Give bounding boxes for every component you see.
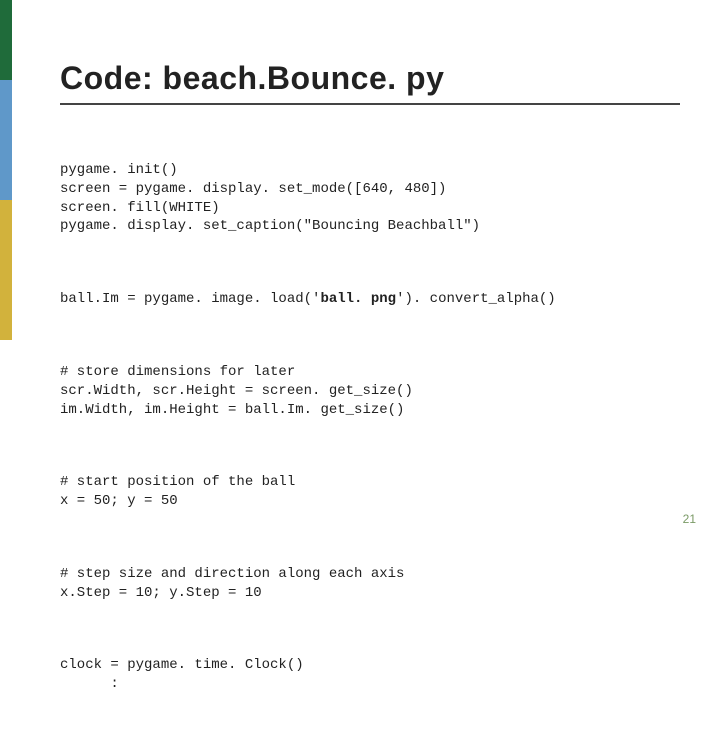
slide-title: Code: beach.Bounce. py <box>60 60 680 97</box>
title-rule <box>60 103 680 105</box>
stripe-segment-white <box>0 340 12 540</box>
slide: Code: beach.Bounce. py pygame. init() sc… <box>0 0 720 540</box>
code-span-pre: ball.Im = pygame. image. load(' <box>60 291 320 307</box>
code-span-post: '). convert_alpha() <box>396 291 556 307</box>
code-para-1: pygame. init() screen = pygame. display.… <box>60 161 680 237</box>
code-para-6: clock = pygame. time. Clock() : <box>60 656 680 694</box>
code-para-4: # start position of the ball x = 50; y =… <box>60 473 680 511</box>
page-number: 21 <box>683 512 696 526</box>
code-para-2: ball.Im = pygame. image. load('ball. png… <box>60 290 680 309</box>
stripe-segment-blue <box>0 80 12 200</box>
stripe-segment-yellow <box>0 200 12 340</box>
code-block: pygame. init() screen = pygame. display.… <box>60 123 680 748</box>
slide-content: Code: beach.Bounce. py pygame. init() sc… <box>60 60 680 748</box>
code-para-5: # step size and direction along each axi… <box>60 565 680 603</box>
code-span-bold: ball. png <box>320 291 396 307</box>
stripe-segment-green <box>0 0 12 80</box>
code-para-3: # store dimensions for later scr.Width, … <box>60 363 680 420</box>
left-accent-stripe <box>0 0 12 540</box>
